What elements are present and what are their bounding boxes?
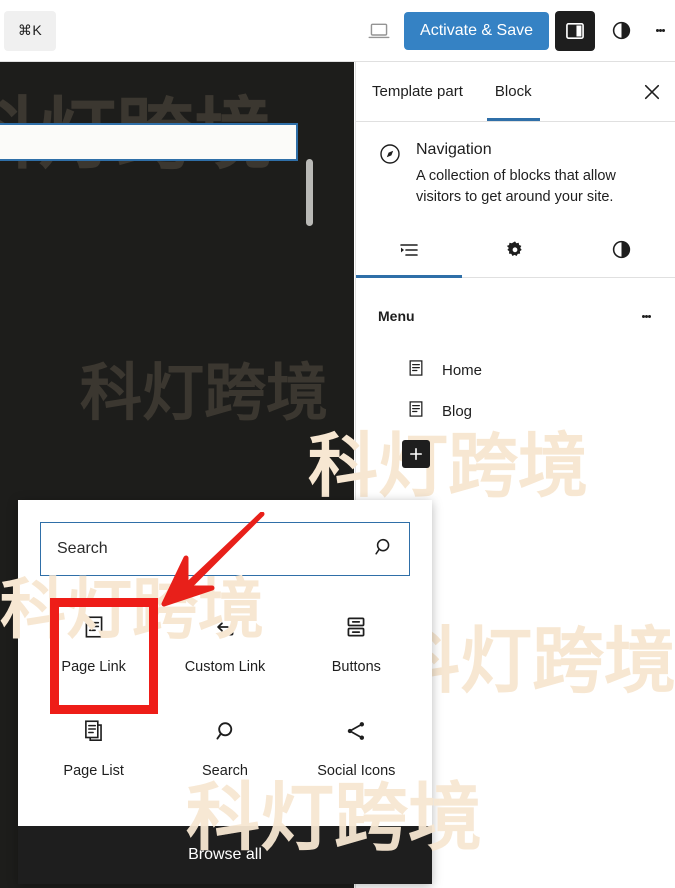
command-palette-shortcut[interactable]: ⌘K [4, 10, 56, 51]
search-area [18, 500, 432, 586]
styles-contrast-icon[interactable] [601, 11, 641, 51]
sidebar-panel-icon[interactable] [555, 10, 595, 51]
page-icon-svg [409, 360, 423, 376]
page-icon [406, 399, 426, 424]
top-toolbar: ⌘K Activate & Save [0, 0, 675, 62]
page-list-icon-svg [84, 719, 102, 741]
plus-icon [410, 448, 422, 460]
canvas-scrollbar[interactable] [306, 159, 313, 226]
block-title: Navigation [416, 141, 492, 158]
kebab-menu-icon[interactable] [645, 11, 675, 51]
list-view-icon [400, 243, 418, 256]
menu-title: Menu [378, 308, 415, 324]
social-icons-icon [343, 718, 369, 749]
tab-template-part[interactable]: Template part [356, 62, 479, 121]
block-item-social-icons[interactable]: Social Icons [291, 696, 422, 800]
search-icon [212, 718, 238, 749]
social-icons-icon-svg [348, 721, 365, 740]
list-item-label: Blog [442, 403, 473, 420]
block-item-custom-link[interactable]: Custom Link [159, 592, 290, 696]
block-item-buttons[interactable]: Buttons [291, 592, 422, 696]
buttons-icon-svg [347, 616, 365, 637]
tab-block[interactable]: Block [479, 62, 548, 121]
block-item-page-list[interactable]: Page List [28, 696, 159, 800]
add-block-button[interactable] [402, 440, 430, 468]
block-info: Navigation A collection of blocks that a… [356, 122, 675, 222]
sidebar-panel-icon-svg [566, 22, 584, 39]
tabs-spacer [548, 62, 629, 121]
block-info-text: Navigation A collection of blocks that a… [416, 140, 651, 208]
styles-contrast-icon [613, 240, 631, 259]
block-description: A collection of blocks that allow visito… [416, 168, 616, 205]
custom-link-icon-svg [217, 618, 234, 635]
block-item-page-link[interactable]: Page Link [28, 592, 159, 696]
menu-header: Menu [356, 278, 675, 342]
menu-items-list: Home Blog [356, 342, 675, 432]
close-icon[interactable] [629, 62, 675, 121]
activate-and-save-button[interactable]: Activate & Save [404, 11, 549, 50]
browse-all-button[interactable]: Browse all [18, 826, 432, 884]
sidebar-tabs: Template part Block [356, 62, 675, 122]
search-icon[interactable] [373, 536, 395, 563]
laptop-icon-svg [368, 23, 390, 38]
block-inserter-popup: Page Link Custom Link [18, 500, 432, 884]
list-item[interactable]: Home [356, 350, 675, 391]
page-icon-svg [85, 615, 103, 638]
menu-panel: Menu Home Blog [356, 278, 675, 468]
sidebar-subtabs [356, 222, 675, 278]
subtab-list-view[interactable] [356, 222, 463, 278]
search-icon-svg [216, 721, 233, 740]
kebab-dot [661, 29, 665, 32]
close-icon-svg [644, 84, 660, 99]
search-icon-svg [375, 538, 390, 555]
subtab-settings[interactable] [462, 222, 568, 277]
page-list-icon [81, 718, 107, 749]
watermark-canvas-mid: 科灯跨境 [80, 356, 329, 429]
list-item[interactable]: Blog [356, 391, 675, 432]
block-type-grid: Page Link Custom Link Buttons Page List … [18, 586, 432, 826]
block-item-label: Custom Link [184, 658, 266, 675]
styles-contrast-icon-svg [612, 21, 630, 40]
app-root: ⌘K Activate & Save 科灯跨境 Template part Bl… [0, 0, 675, 888]
page-icon [81, 614, 107, 645]
buttons-icon [343, 614, 369, 645]
block-item-label: Page Link [61, 658, 126, 675]
search-box[interactable] [40, 522, 410, 576]
block-item-label: Buttons [331, 658, 381, 675]
block-item-label: Search [202, 762, 248, 779]
subtab-styles[interactable] [569, 222, 675, 277]
search-input[interactable] [57, 540, 373, 558]
navigation-compass-icon-svg [380, 144, 400, 164]
navigation-compass-icon [378, 142, 402, 171]
block-item-search[interactable]: Search [159, 696, 290, 800]
block-item-label: Social Icons [317, 762, 396, 779]
laptop-icon[interactable] [362, 11, 396, 51]
custom-link-icon [212, 614, 238, 645]
block-item-label: Page List [63, 762, 124, 779]
kebab-dot [647, 314, 651, 318]
page-icon-svg [409, 401, 423, 417]
page-icon [406, 358, 426, 383]
site-title-input[interactable] [0, 123, 298, 161]
gear-icon [507, 240, 523, 256]
menu-kebab-menu-icon[interactable] [631, 296, 661, 336]
list-item-label: Home [442, 362, 483, 379]
